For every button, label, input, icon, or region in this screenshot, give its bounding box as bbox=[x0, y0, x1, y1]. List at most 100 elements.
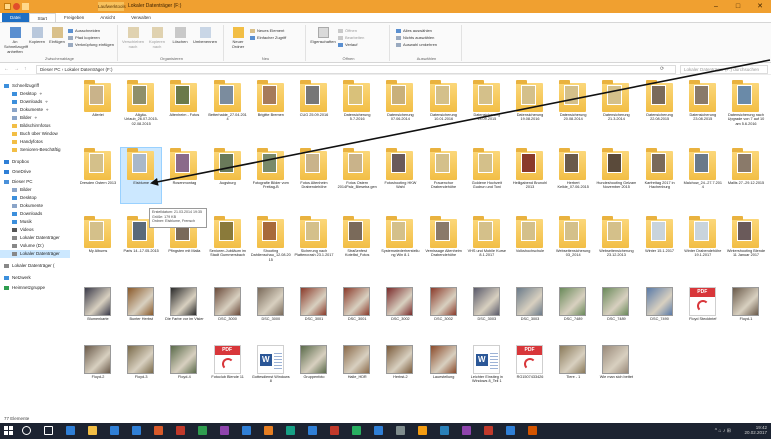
file-item[interactable]: Floyd-1 bbox=[726, 284, 766, 339]
folder-item[interactable]: Datensicherung 13.09.2015 bbox=[467, 80, 507, 135]
file-item[interactable]: Bunter Herbst bbox=[121, 284, 161, 339]
taskview-icon[interactable] bbox=[44, 426, 53, 435]
sidebar-item[interactable]: Buch über Window bbox=[0, 130, 70, 138]
file-item[interactable]: DSC_7490 bbox=[640, 284, 680, 339]
folder-item[interactable]: Eisblume bbox=[120, 147, 163, 204]
file-item[interactable]: Floyd-3 bbox=[121, 342, 161, 397]
folder-item[interactable]: Datensicherung nach Upgrade von 7 auf 10… bbox=[726, 80, 766, 135]
up-button[interactable]: ↑ bbox=[24, 66, 27, 72]
sidebar-item[interactable]: Schnellzugriff bbox=[0, 82, 70, 90]
sidebar-item[interactable]: Volume (D:) bbox=[0, 242, 70, 250]
paste-link-button[interactable]: Verknüpfung einfügen bbox=[68, 42, 114, 47]
copy-path-button[interactable]: Pfad kopieren bbox=[68, 35, 100, 40]
folder-item[interactable]: Fotografie Bilder vom Freitag-B bbox=[251, 148, 291, 203]
maximize-button[interactable]: □ bbox=[727, 0, 749, 13]
folder-item[interactable]: Shooting Dahlienschau_12.08.2015 bbox=[251, 216, 291, 271]
sidebar-item[interactable]: Handyfotos bbox=[0, 138, 70, 146]
sidebar-item[interactable]: OneDrive bbox=[0, 168, 70, 176]
sidebar-item[interactable]: Musik bbox=[0, 218, 70, 226]
file-item[interactable]: Lauestellung bbox=[424, 342, 464, 397]
file-item[interactable]: PDF Floyd Steckbrief bbox=[683, 284, 723, 339]
start-button[interactable] bbox=[4, 426, 13, 435]
edge-icon[interactable] bbox=[66, 426, 75, 435]
app-icon[interactable] bbox=[330, 426, 339, 435]
file-item[interactable]: DSC_3000 bbox=[251, 284, 291, 339]
search-icon[interactable] bbox=[22, 426, 31, 435]
app-icon[interactable] bbox=[506, 426, 515, 435]
folder-item[interactable]: Wintershooting Blende 11 Januar 2017 bbox=[726, 216, 766, 271]
folder-item[interactable]: Brigitte Bremen bbox=[251, 80, 291, 135]
app-icon[interactable] bbox=[484, 426, 493, 435]
sidebar-item[interactable]: Lokaler Datenträger bbox=[0, 250, 70, 258]
file-item[interactable]: Die Farbe vor im Visier bbox=[164, 284, 204, 339]
sidebar-item[interactable]: Desktop bbox=[0, 194, 70, 202]
folder-item[interactable]: Allerlei bbox=[78, 80, 118, 135]
sidebar-item[interactable]: Bildschirmfotos bbox=[0, 122, 70, 130]
folder-item[interactable]: Altenheim - Fotos bbox=[164, 80, 204, 135]
sidebar-item[interactable]: Lokaler Datenträger bbox=[0, 234, 70, 242]
folder-item[interactable]: Vernissage Altenheim Drabendehöhe bbox=[424, 216, 464, 271]
delete-button[interactable]: Löschen bbox=[170, 27, 190, 44]
folder-item[interactable]: Datensicherung 5.7.2016 bbox=[337, 80, 377, 135]
folder-item[interactable]: Goldene Hochzeit Gudrun und Toni bbox=[467, 148, 507, 203]
sidebar-item[interactable]: Dokumente bbox=[0, 202, 70, 210]
folder-item[interactable]: Betterhalde_27.04.2014 bbox=[208, 80, 248, 135]
file-item[interactable]: DSC_3000 bbox=[208, 284, 248, 339]
file-item[interactable]: DSC_3003 bbox=[467, 284, 507, 339]
app-icon[interactable] bbox=[440, 426, 449, 435]
sidebar-item[interactable]: Dieser PC bbox=[0, 178, 70, 186]
folder-item[interactable]: My Albums bbox=[78, 216, 118, 271]
folder-item[interactable]: CUG 25.09.2016 bbox=[294, 80, 334, 135]
tab-freigeben[interactable]: Freigeben bbox=[56, 13, 92, 22]
file-item[interactable]: DSC_3001 bbox=[337, 284, 377, 339]
tab-ansicht[interactable]: Ansicht bbox=[92, 13, 123, 22]
clock[interactable]: 19:42 20.02.2017 bbox=[744, 425, 767, 435]
cut-button[interactable]: Ausschneiden bbox=[68, 28, 100, 33]
folder-item[interactable]: Datensicherung 21.3.2014 bbox=[596, 80, 636, 135]
app-icon[interactable] bbox=[396, 426, 405, 435]
folder-item[interactable]: Senioren-Jubiläum im Stadt Gummersbach bbox=[208, 216, 248, 271]
store-icon[interactable] bbox=[110, 426, 119, 435]
file-item[interactable]: W Gottesdienst Windows 8 bbox=[251, 342, 291, 397]
back-button[interactable]: ← bbox=[4, 66, 9, 72]
sidebar-item[interactable]: Downloads bbox=[0, 210, 70, 218]
folder-item[interactable]: Fotos Ostern 2014Palz_Bieseba gen bbox=[337, 148, 377, 203]
file-item[interactable]: PDF Fotoclub Blende 11 bbox=[208, 342, 248, 397]
folder-item[interactable]: Frauenchor Drabendehöhe bbox=[424, 148, 464, 203]
folder-item[interactable]: Sicherung nach Plattencrash 23.1.2017 bbox=[294, 216, 334, 271]
folder-item[interactable]: Fotos Altenheim Drabendehöhe bbox=[294, 148, 334, 203]
folder-item[interactable]: Volkshochschule bbox=[510, 216, 550, 271]
sidebar-item[interactable]: Netzwerk bbox=[0, 274, 70, 282]
folder-item[interactable]: Webseitensicherung 23.12.2013 bbox=[596, 216, 636, 271]
sidebar-item[interactable]: Downloads ⌖ bbox=[0, 98, 70, 106]
tab-start[interactable]: Start bbox=[28, 13, 57, 22]
folder-item[interactable]: Dresden Ostern 2013 bbox=[78, 148, 118, 203]
edit-button[interactable]: Bearbeiten bbox=[338, 35, 364, 40]
select-all-button[interactable]: Alles auswählen bbox=[396, 28, 432, 33]
folder-item[interactable]: Karfreitag 2017 in Hachenburg bbox=[640, 148, 680, 203]
file-item[interactable]: DSC_3003 bbox=[510, 284, 550, 339]
refresh-button[interactable]: ⟳ bbox=[660, 66, 664, 72]
folder-item[interactable]: Datensicherung 07.06.2014 bbox=[380, 80, 420, 135]
app-icon[interactable] bbox=[264, 426, 273, 435]
folder-item[interactable]: Malchow_24.-27.7.2014 bbox=[683, 148, 723, 203]
pin-button[interactable]: An Schnellzugriff anheften bbox=[4, 27, 28, 54]
file-item[interactable]: Blumenkarte bbox=[78, 284, 118, 339]
app-icon[interactable] bbox=[154, 426, 163, 435]
explorer-icon[interactable] bbox=[88, 426, 97, 435]
folder-icon[interactable] bbox=[4, 3, 11, 10]
sidebar-item[interactable]: Heimnetzgruppe bbox=[0, 284, 70, 292]
minimize-button[interactable]: – bbox=[705, 0, 727, 13]
app-icon[interactable] bbox=[198, 426, 207, 435]
folder-item[interactable]: Datensicherung 22.08.2015 bbox=[640, 80, 680, 135]
file-item[interactable]: Wie man sich bettet bbox=[596, 342, 636, 397]
file-item[interactable]: DSC_3002 bbox=[380, 284, 420, 339]
folder-item[interactable]: Datensicherung 19.08.2016 bbox=[510, 80, 550, 135]
new-item-button[interactable]: Neues Element bbox=[250, 28, 284, 33]
paste-button[interactable]: Einfügen bbox=[48, 27, 66, 44]
file-item[interactable]: Gruppenfoto bbox=[294, 342, 334, 397]
app-icon[interactable] bbox=[374, 426, 383, 435]
folder-item[interactable]: Datensicherung 23.08.2015 bbox=[683, 80, 723, 135]
folder-item[interactable]: VHS und Mobile Kurse 8.1.2017 bbox=[467, 216, 507, 271]
file-item[interactable]: DSC_3002 bbox=[424, 284, 464, 339]
